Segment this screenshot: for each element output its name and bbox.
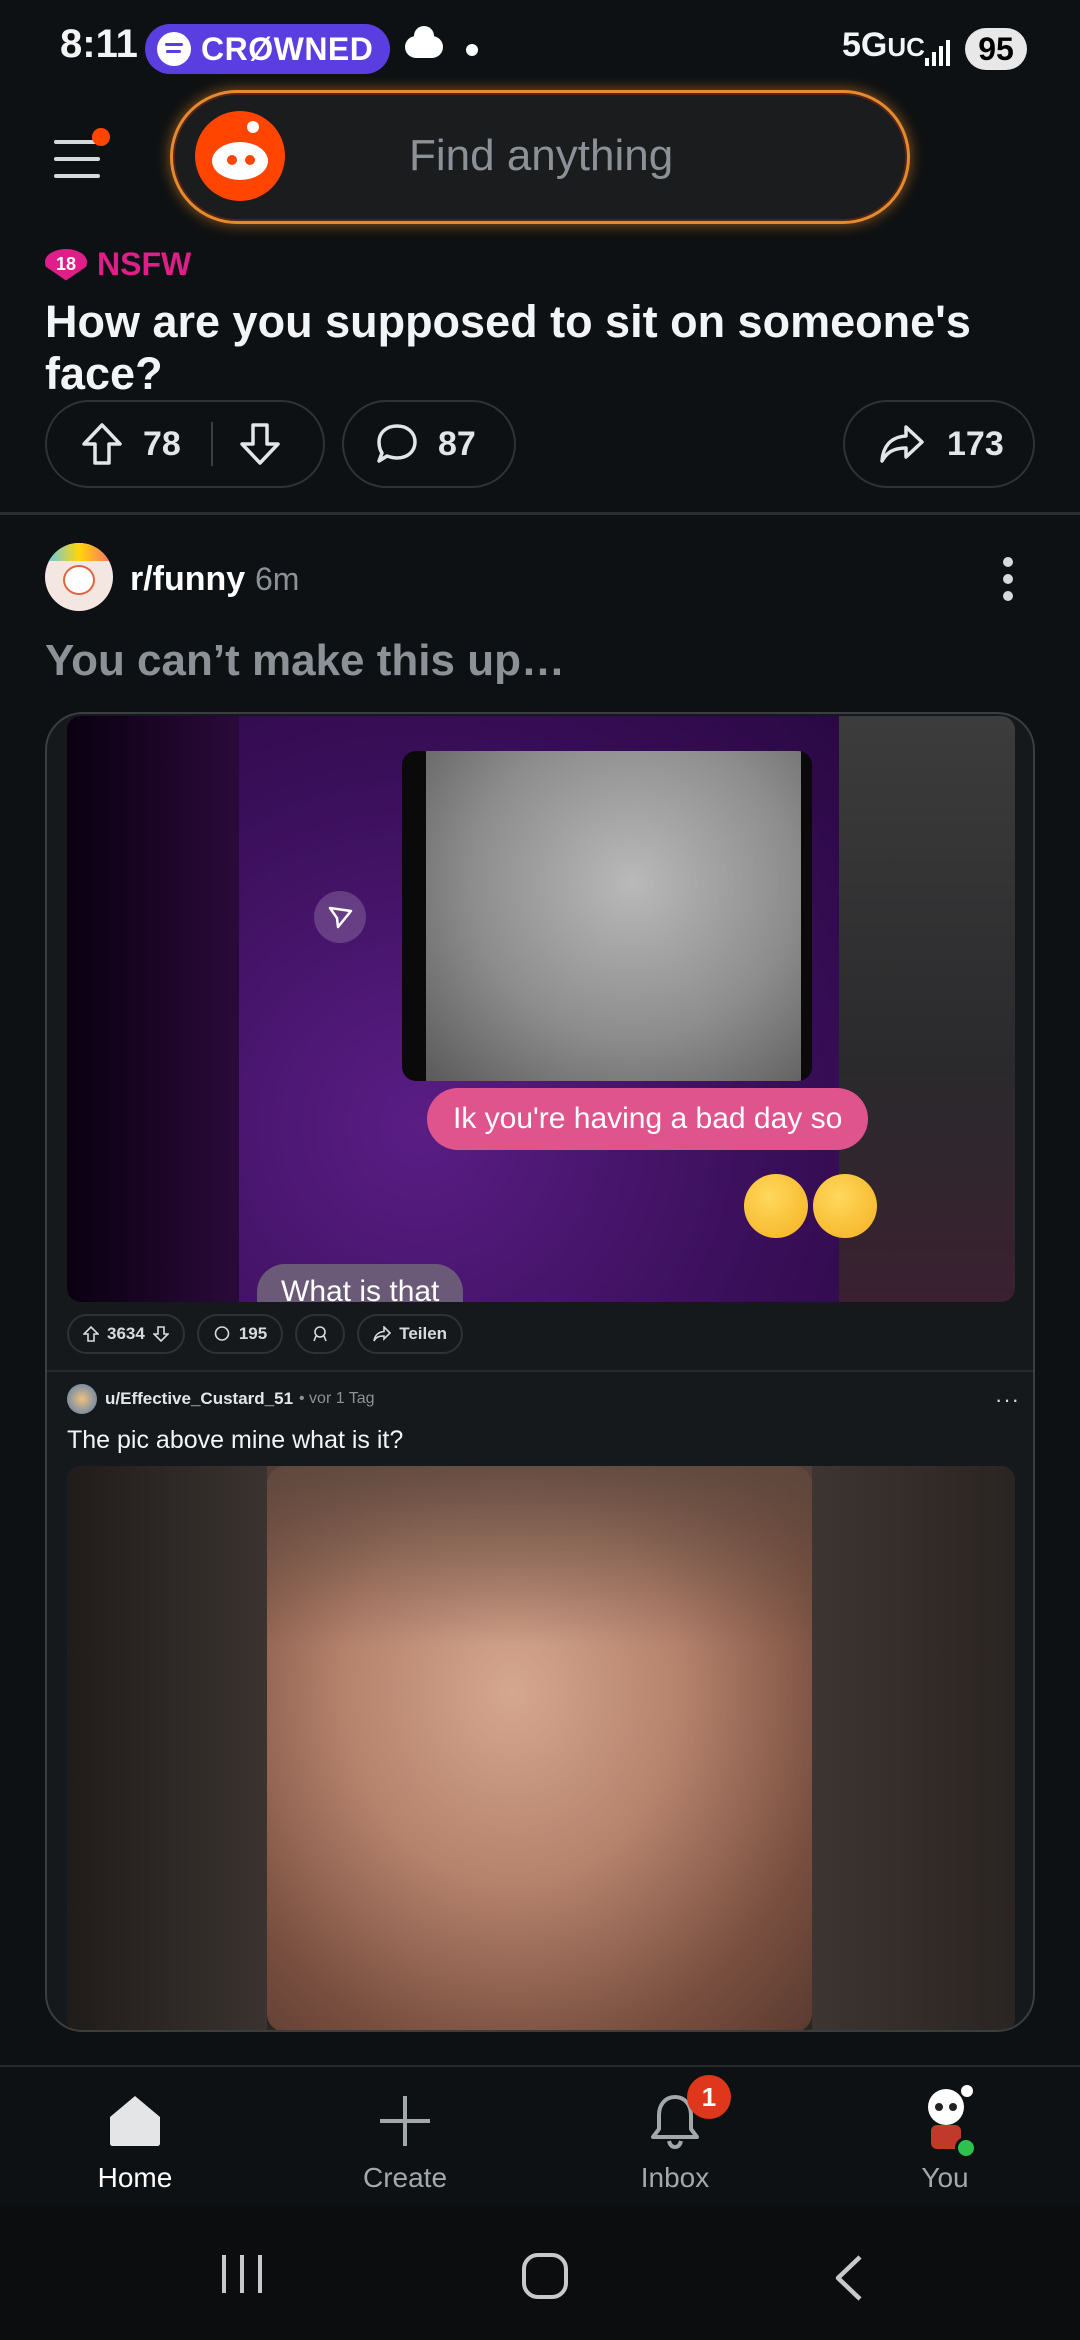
embedded-award-pill bbox=[295, 1314, 346, 1354]
chat-photo bbox=[402, 751, 812, 1081]
inbox-badge: 1 bbox=[687, 2075, 731, 2119]
kiss-emoji-icon bbox=[813, 1174, 877, 1238]
back-icon[interactable] bbox=[828, 2253, 868, 2303]
embedded-share-label: Teilen bbox=[399, 1324, 448, 1343]
menu-notification-dot bbox=[92, 128, 110, 146]
post-title[interactable]: You can’t make this up… bbox=[45, 636, 565, 686]
chat-bubble-received: What is that bbox=[257, 1264, 464, 1302]
embedded-comment-pill: 195 bbox=[196, 1314, 284, 1354]
online-status-dot bbox=[955, 2137, 977, 2159]
comment-icon bbox=[214, 1326, 230, 1341]
battery-indicator: 95 bbox=[965, 28, 1027, 70]
embedded-comment-count: 195 bbox=[238, 1324, 268, 1343]
embedded-user-avatar bbox=[67, 1384, 97, 1414]
nsfw-tag: 18 NSFW bbox=[45, 246, 191, 283]
home-button-icon[interactable] bbox=[522, 2253, 568, 2299]
nav-you[interactable]: You bbox=[855, 2067, 1035, 2207]
subreddit-avatar[interactable] bbox=[45, 543, 113, 611]
embedded-time: • vor 1 Tag bbox=[299, 1390, 375, 1407]
previous-post-title[interactable]: How are you supposed to sit on someone's… bbox=[45, 296, 1045, 400]
nav-home[interactable]: Home bbox=[45, 2067, 225, 2207]
post-divider bbox=[0, 512, 1080, 515]
spotify-icon bbox=[157, 32, 191, 66]
notification-dot-icon bbox=[466, 44, 478, 56]
screenshot-image-chat: Ik you're having a bad day so What is th… bbox=[67, 716, 1015, 1302]
bottom-navigation: Home Create 1 Inbox You bbox=[0, 2065, 1080, 2205]
comment-icon bbox=[377, 424, 417, 463]
cloud-icon bbox=[405, 26, 443, 58]
nsfw-18-icon: 18 bbox=[45, 248, 87, 281]
search-placeholder: Find anything bbox=[409, 131, 674, 180]
nav-home-label: Home bbox=[97, 2162, 173, 2193]
spotify-now-playing-pill[interactable]: CRØWNED bbox=[145, 24, 390, 74]
embedded-action-bar: 3634 195 Teilen bbox=[67, 1314, 464, 1354]
nav-inbox[interactable]: 1 Inbox bbox=[585, 2067, 765, 2207]
screenshot-image-painting bbox=[67, 1466, 1015, 2030]
comments-button[interactable]: 87 bbox=[342, 400, 516, 488]
embedded-username: u/Effective_Custard_51 bbox=[105, 1389, 294, 1408]
downvote-icon bbox=[152, 1326, 169, 1342]
embedded-divider bbox=[47, 1370, 1033, 1372]
share-icon bbox=[880, 425, 924, 463]
share-icon bbox=[373, 1326, 392, 1342]
upvote-icon[interactable] bbox=[81, 422, 123, 466]
embedded-vote-count: 3634 bbox=[107, 1324, 145, 1343]
kiss-emoji-icon bbox=[744, 1174, 808, 1238]
vote-pill: 78 bbox=[45, 400, 325, 488]
nav-you-label: You bbox=[921, 2162, 969, 2193]
share-button[interactable]: 173 bbox=[843, 400, 1035, 488]
system-navigation-bar bbox=[0, 2205, 1080, 2340]
embedded-vote-pill: 3634 bbox=[67, 1314, 185, 1354]
menu-icon[interactable] bbox=[54, 140, 100, 180]
search-bar[interactable]: Find anything bbox=[170, 90, 910, 224]
award-icon bbox=[313, 1326, 327, 1342]
comment-count: 87 bbox=[438, 424, 476, 463]
spotify-track-label: CRØWNED bbox=[201, 30, 374, 67]
share-count: 173 bbox=[947, 424, 1004, 463]
embedded-post-title: The pic above mine what is it? bbox=[67, 1426, 404, 1454]
embedded-share-pill: Teilen bbox=[357, 1314, 464, 1354]
post-media[interactable]: Ik you're having a bad day so What is th… bbox=[45, 712, 1035, 2032]
nsfw-label: NSFW bbox=[97, 246, 192, 282]
nav-create-label: Create bbox=[362, 2162, 448, 2193]
send-icon bbox=[314, 891, 366, 943]
upvote-count: 78 bbox=[143, 424, 181, 463]
subreddit-name[interactable]: r/funny bbox=[130, 560, 245, 599]
network-indicator: 5GUC bbox=[842, 26, 925, 64]
recent-apps-icon[interactable] bbox=[222, 2255, 262, 2293]
more-options-icon[interactable] bbox=[1000, 555, 1016, 603]
chat-bubble-sent: Ik you're having a bad day so bbox=[427, 1088, 869, 1150]
downvote-icon[interactable] bbox=[239, 422, 281, 466]
post-time: 6m bbox=[255, 561, 300, 597]
nav-inbox-label: Inbox bbox=[640, 2162, 710, 2193]
reddit-logo-icon[interactable] bbox=[195, 111, 285, 201]
screen: 8:11 CRØWNED 5GUC 95 Find anything 18 NS… bbox=[0, 0, 1080, 2340]
status-bar: 8:11 CRØWNED 5GUC 95 bbox=[0, 0, 1080, 92]
plus-icon bbox=[380, 2096, 430, 2146]
signal-icon bbox=[925, 34, 957, 66]
upvote-icon bbox=[83, 1326, 99, 1342]
status-time: 8:11 bbox=[60, 22, 138, 66]
nav-create[interactable]: Create bbox=[315, 2067, 495, 2207]
home-icon bbox=[110, 2096, 160, 2146]
embedded-more-icon: ··· bbox=[995, 1387, 1020, 1412]
